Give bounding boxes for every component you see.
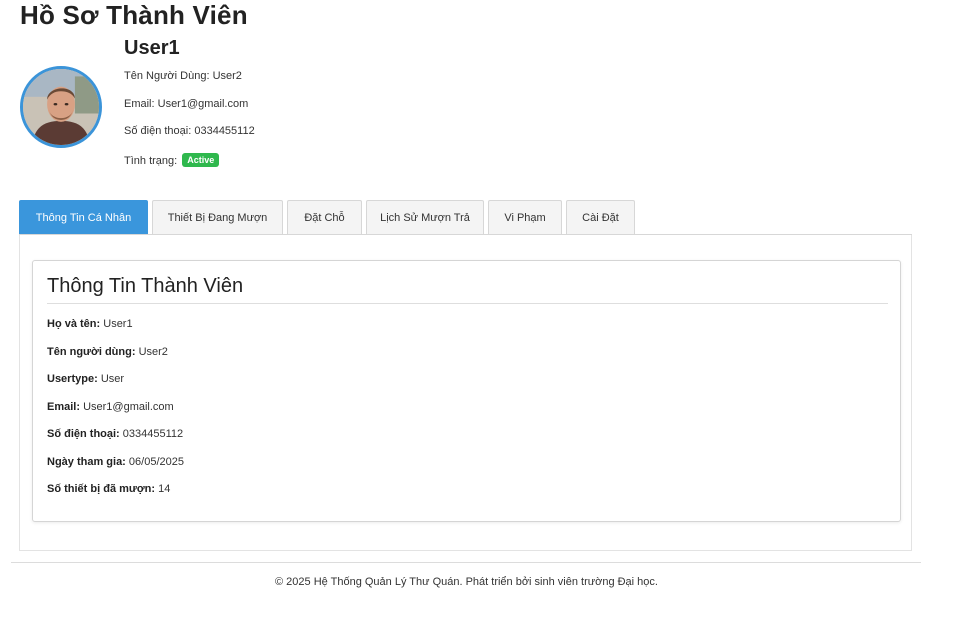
tab-personal-info[interactable]: Thông Tin Cá Nhân [19, 200, 148, 234]
profile-phone-label: Số điện thoại: [124, 125, 192, 137]
profile-phone: Số điện thoại: 0334455112 [124, 125, 255, 137]
profile-username-value: User2 [212, 70, 242, 82]
info-row-join-date: Ngày tham gia: 06/05/2025 [47, 456, 184, 468]
tab-borrow-history[interactable]: Lịch Sử Mượn Trả [366, 200, 484, 234]
info-label: Email: [47, 401, 81, 413]
info-value: User1 [103, 318, 133, 330]
info-row-phone: Số điện thoại: 0334455112 [47, 428, 183, 440]
profile-status-label: Tình trạng: [124, 155, 178, 167]
profile-phone-value: 0334455112 [194, 125, 255, 137]
tab-settings[interactable]: Cài Đặt [566, 200, 635, 234]
profile-username: Tên Người Dùng: User2 [124, 70, 242, 82]
info-label: Số thiết bị đã mượn: [47, 483, 156, 495]
info-row-username: Tên người dùng: User2 [47, 346, 168, 358]
tab-borrowed-devices[interactable]: Thiết Bị Đang Mượn [152, 200, 283, 234]
info-value: User2 [138, 346, 168, 358]
info-row-email: Email: User1@gmail.com [47, 401, 174, 413]
info-value: 0334455112 [122, 428, 184, 440]
info-value: 14 [158, 483, 171, 495]
info-value: User1@gmail.com [83, 401, 174, 413]
info-label: Số điện thoại: [47, 428, 120, 440]
page-title: Hồ Sơ Thành Viên [20, 0, 248, 30]
profile-email-value: User1@gmail.com [157, 98, 249, 110]
profile-email: Email: User1@gmail.com [124, 98, 248, 110]
tab-bar: Thông Tin Cá Nhân Thiết Bị Đang Mượn Đặt… [19, 199, 912, 235]
profile-status: Tình trạng: Active [124, 153, 220, 167]
tab-violations[interactable]: Vi Phạm [488, 200, 562, 234]
info-label: Ngày tham gia: [47, 456, 126, 468]
footer-divider [11, 562, 921, 563]
member-info-card: Thông Tin Thành Viên Họ và tên: User1 Tê… [32, 260, 901, 522]
profile-username-label: Tên Người Dùng: [124, 70, 210, 82]
card-divider [47, 303, 888, 304]
info-label: Họ và tên: [47, 318, 101, 330]
info-value: 06/05/2025 [128, 456, 184, 468]
profile-email-label: Email: [124, 98, 155, 110]
footer-text: © 2025 Hệ Thống Quản Lý Thư Quán. Phát t… [275, 576, 658, 588]
user-avatar-icon [23, 69, 99, 145]
tab-content-panel: Thông Tin Thành Viên Họ và tên: User1 Tê… [19, 235, 912, 551]
info-row-fullname: Họ và tên: User1 [47, 318, 133, 330]
avatar [20, 66, 102, 148]
info-value: User [100, 373, 125, 385]
info-label: Usertype: [47, 373, 98, 385]
card-title: Thông Tin Thành Viên [47, 275, 244, 297]
profile-name: User1 [124, 37, 180, 59]
tab-reservations[interactable]: Đặt Chỗ [287, 200, 362, 234]
info-row-borrowed-count: Số thiết bị đã mượn: 14 [47, 483, 170, 495]
info-label: Tên người dùng: [47, 346, 136, 358]
info-row-usertype: Usertype: User [47, 373, 124, 385]
status-badge: Active [182, 153, 220, 167]
